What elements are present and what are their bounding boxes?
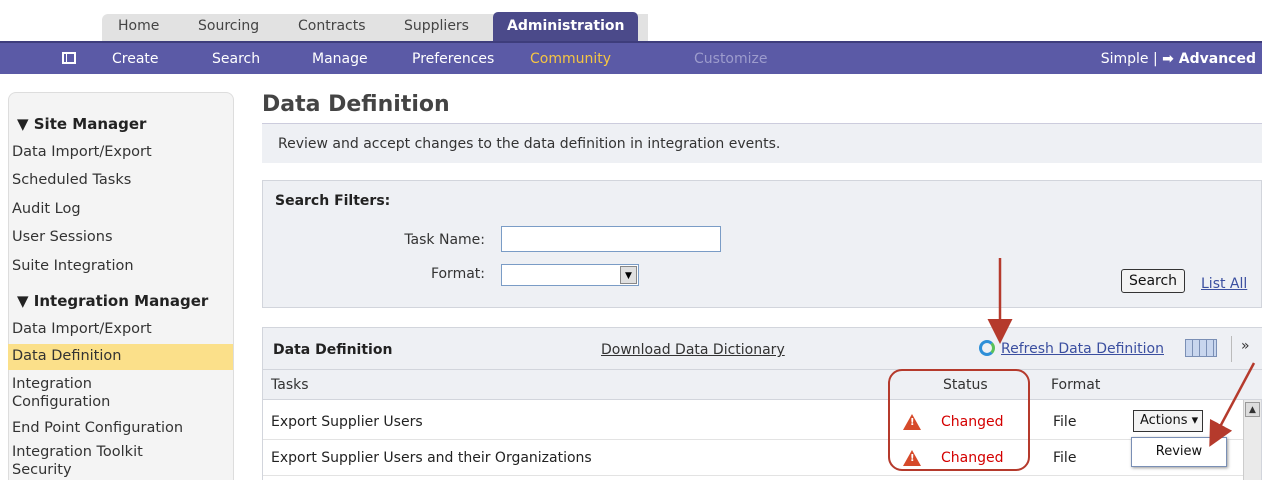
nav-preferences[interactable]: Preferences [412, 51, 494, 67]
site-manager-heading[interactable]: ▼ Site Manager [17, 115, 146, 133]
sidebar-item-audit-log[interactable]: Audit Log [12, 201, 81, 217]
sidebar-item-data-definition[interactable]: Data Definition [8, 344, 233, 370]
grid-scrollbar[interactable]: ▲ [1243, 400, 1261, 480]
search-filters-title: Search Filters: [275, 193, 391, 209]
column-header-row: Tasks Status Format [263, 370, 1262, 400]
collapse-icon[interactable]: » [1241, 338, 1250, 354]
nav-manage[interactable]: Manage [312, 51, 368, 67]
task-name: Export Supplier Users and their Organiza… [271, 450, 592, 466]
mode-switch: Simple | ➡ Advanced [1101, 51, 1256, 67]
search-filters-panel: Search Filters: Task Name: Format: ▼ Sea… [262, 180, 1262, 308]
tab-sourcing[interactable]: Sourcing [198, 18, 259, 34]
tab-home[interactable]: Home [118, 18, 159, 34]
search-button[interactable]: Search [1121, 269, 1185, 293]
dropdown-arrow-icon[interactable]: ▼ [620, 266, 637, 284]
format-label: Format: [430, 266, 485, 282]
mode-simple[interactable]: Simple [1101, 51, 1149, 67]
columns-icon[interactable] [1185, 339, 1217, 357]
task-name-input[interactable] [501, 226, 721, 252]
list-all-link[interactable]: List All [1201, 276, 1247, 292]
task-name: Export Supplier Users [271, 414, 423, 430]
format-value: File [1053, 450, 1077, 466]
integration-manager-heading[interactable]: ▼ Integration Manager [17, 292, 208, 310]
sidebar-item-end-point-configuration[interactable]: End Point Configuration [12, 420, 183, 436]
sidebar: ▼ Site Manager Data Import/Export Schedu… [8, 92, 234, 480]
status-highlight-callout [888, 369, 1030, 471]
table-row[interactable]: Export Supplier Users and their Organiza… [263, 440, 1243, 476]
format-select[interactable]: ▼ [501, 264, 639, 286]
sidebar-item-label: Data Import/Export [12, 144, 152, 160]
sidebar-item-scheduled-tasks[interactable]: Scheduled Tasks [12, 172, 131, 188]
download-data-dictionary-link[interactable]: Download Data Dictionary [601, 342, 785, 358]
tab-administration[interactable]: Administration [493, 12, 639, 41]
sidebar-item-integration-data-import-export[interactable]: Data Import/Export [12, 321, 152, 337]
tab-contracts[interactable]: Contracts [298, 18, 366, 34]
refresh-data-definition-link[interactable]: Refresh Data Definition [1001, 341, 1164, 357]
grid-toolbar: Data Definition Download Data Dictionary… [263, 328, 1262, 370]
panel-toggle-icon[interactable] [62, 52, 76, 64]
nav-create[interactable]: Create [112, 51, 159, 67]
toolbar-divider [1231, 336, 1232, 362]
main-nav-bar: Create Search Manage Preferences Communi… [0, 41, 1262, 74]
format-value: File [1053, 414, 1077, 430]
nav-search[interactable]: Search [212, 51, 260, 67]
table-row[interactable]: Export Supplier Users Changed File Actio… [263, 404, 1243, 440]
top-tab-bar: Home Sourcing Contracts Suppliers Admini… [0, 0, 1262, 41]
refresh-icon[interactable] [979, 340, 995, 356]
task-name-label: Task Name: [404, 232, 485, 248]
sidebar-item-integration-configuration[interactable]: Integration Configuration [12, 375, 152, 411]
nav-customize[interactable]: Customize [694, 51, 768, 67]
col-format[interactable]: Format [1051, 377, 1100, 393]
sidebar-item-suite-integration[interactable]: Suite Integration [12, 258, 134, 274]
sidebar-item-integration-toolkit-security[interactable]: Integration Toolkit Security [12, 443, 172, 479]
tab-suppliers[interactable]: Suppliers [404, 18, 469, 34]
nav-community[interactable]: Community [530, 51, 611, 67]
grid-title: Data Definition [273, 342, 393, 358]
review-menu-item[interactable]: Review [1131, 437, 1227, 467]
page-title: Data Definition [262, 92, 450, 117]
mode-separator: | [1153, 51, 1158, 67]
sidebar-item-site-data-import-export[interactable]: Data Import/Export [12, 144, 152, 160]
scroll-up-icon[interactable]: ▲ [1245, 402, 1260, 417]
data-definition-grid: Data Definition Download Data Dictionary… [262, 327, 1262, 480]
description-box: Review and accept changes to the data de… [262, 123, 1262, 163]
actions-button[interactable]: Actions ▾ [1133, 410, 1203, 432]
col-tasks[interactable]: Tasks [271, 377, 309, 393]
mode-advanced[interactable]: ➡ Advanced [1162, 51, 1256, 67]
page-description: Review and accept changes to the data de… [278, 136, 781, 152]
sidebar-item-user-sessions[interactable]: User Sessions [12, 229, 113, 245]
